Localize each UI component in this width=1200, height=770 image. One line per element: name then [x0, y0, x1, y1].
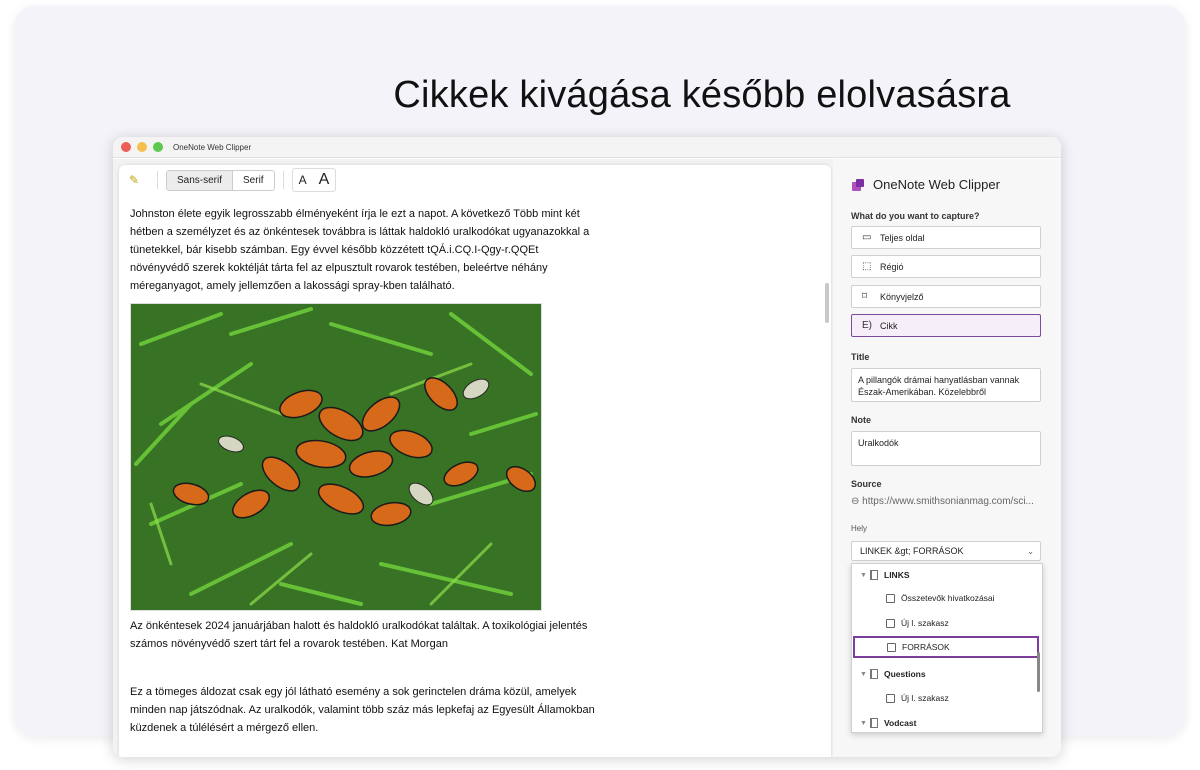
section-icon [886, 693, 895, 703]
tree-label: LINKS [884, 570, 910, 580]
mode-label: Könyvjelző [880, 291, 924, 302]
location-label: Hely [851, 524, 868, 533]
tree-label: Questions [884, 669, 926, 679]
content-area: ✎ Sans-serif Serif A A Johnston élete eg… [113, 159, 833, 757]
section-icon [887, 642, 896, 652]
clipper-panel: OneNote Web Clipper What do you want to … [833, 159, 1061, 757]
mode-label: Régió [880, 261, 904, 272]
panel-title: OneNote Web Clipper [873, 177, 1000, 192]
notebook-icon [870, 718, 878, 728]
tree-label: FORRÁSOK [902, 642, 950, 652]
full-page-button[interactable]: ▭ Teljes oldal [851, 226, 1041, 249]
image-caption: Az önkéntesek 2024 januárjában halott és… [130, 620, 588, 650]
tree-label: Vodcast [884, 718, 917, 728]
section-icon [886, 593, 895, 603]
section-item-selected[interactable]: FORRÁSOK [853, 636, 1039, 658]
clipper-window: OneNote Web Clipper ✎ Sans-serif Serif A… [113, 137, 1061, 757]
note-label: Note [851, 415, 871, 425]
butterflies-photo [130, 303, 542, 611]
note-field[interactable]: Uralkodók [851, 431, 1041, 466]
close-window-button[interactable] [121, 142, 131, 152]
window-titlebar: OneNote Web Clipper [113, 137, 1061, 158]
article-scrollbar[interactable] [825, 283, 829, 323]
location-select[interactable]: LINKEK &gt; FORRÁSOK ⌄ [851, 541, 1041, 561]
toolbar-divider [157, 171, 158, 189]
tree-label: Összetevők hivatkozásai [901, 593, 995, 603]
page-headline: Cikkek kivágása később elolvasásra [393, 74, 1011, 116]
link-icon: ⊖ [851, 496, 863, 507]
article-toolbar: ✎ Sans-serif Serif A A [119, 165, 831, 195]
section-item[interactable]: Új l. szakasz [852, 687, 1040, 709]
panel-header: OneNote Web Clipper [851, 177, 1000, 192]
region-icon: ⬚ [862, 261, 872, 272]
article-icon: E) [862, 320, 872, 331]
capture-label: What do you want to capture? [851, 211, 980, 221]
zoom-window-button[interactable] [153, 142, 163, 152]
section-icon [886, 618, 895, 628]
caret-down-icon: ▼ [860, 670, 867, 678]
onenote-logo-icon [852, 178, 864, 191]
highlighter-icon[interactable]: ✎ [129, 173, 149, 187]
tree-label: Új l. szakasz [901, 618, 949, 628]
sans-serif-button[interactable]: Sans-serif [167, 170, 234, 190]
source-url: ⊖ https://www.smithsonianmag.com/sci... [851, 496, 1051, 507]
full-page-icon: ▭ [862, 232, 872, 243]
region-button[interactable]: ⬚ Régió [851, 255, 1041, 278]
increase-font-button[interactable]: A [313, 169, 336, 191]
location-dropdown: ▼ LINKS Összetevők hivatkozásai Új l. sz… [851, 563, 1043, 733]
caret-down-icon: ▼ [860, 719, 867, 727]
minimize-window-button[interactable] [137, 142, 147, 152]
notebook-item-questions[interactable]: ▼ Questions [852, 663, 1040, 685]
serif-button[interactable]: Serif [233, 170, 274, 190]
source-url-text: https://www.smithsonianmag.com/sci... [862, 496, 1034, 507]
location-value: LINKEK &gt; FORRÁSOK [860, 546, 964, 556]
toolbar-divider [282, 171, 284, 189]
chevron-down-icon: ⌄ [1027, 546, 1034, 556]
bookmark-icon: ⌑ [862, 291, 868, 302]
source-label: Source [851, 479, 882, 489]
caret-down-icon: ▼ [860, 571, 867, 579]
article-preview: ✎ Sans-serif Serif A A Johnston élete eg… [119, 165, 831, 757]
notebook-icon [870, 570, 878, 580]
section-item[interactable]: Összetevők hivatkozásai [852, 587, 1040, 609]
mode-label: Teljes oldal [880, 232, 925, 243]
bookmark-button[interactable]: ⌑ Könyvjelző [851, 285, 1041, 308]
font-size-group: A A [291, 168, 337, 192]
title-label: Title [851, 352, 870, 362]
title-field[interactable]: A pillangók drámai hanyatlásban vannak É… [851, 368, 1041, 402]
mode-label: Cikk [880, 320, 898, 331]
notebook-item-vodcast[interactable]: ▼ Vodcast [852, 712, 1040, 732]
section-item[interactable]: Új l. szakasz [852, 612, 1040, 634]
tree-label: Új l. szakasz [901, 693, 949, 703]
article-button[interactable]: E) Cikk [851, 314, 1041, 337]
photo-illustration [131, 304, 541, 610]
article-paragraph: Ez a tömeges áldozat csak egy jól láthat… [130, 686, 595, 734]
window-title: OneNote Web Clipper [173, 142, 252, 152]
notebook-item-links[interactable]: ▼ LINKS [852, 564, 1040, 586]
font-toggle: Sans-serif Serif [166, 169, 275, 191]
article-paragraph: Johnston élete egyik legrosszabb élménye… [130, 208, 590, 292]
notebook-icon [870, 669, 878, 679]
dropdown-scrollbar[interactable] [1037, 652, 1040, 692]
decrease-font-button[interactable]: A [293, 171, 313, 189]
